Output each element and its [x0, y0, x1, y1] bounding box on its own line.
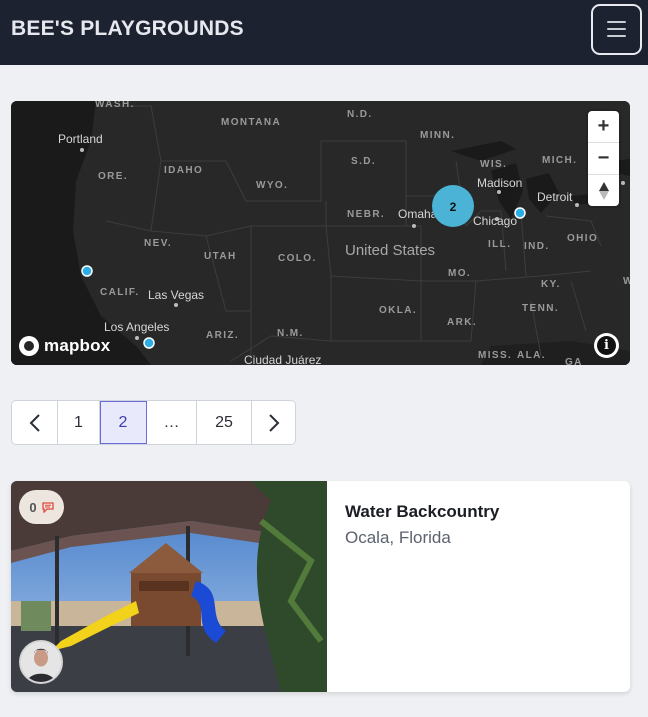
map-label-ill: ILL.	[488, 239, 511, 250]
map-label-tenn: TENN.	[522, 303, 559, 314]
map-label-mo: MO.	[448, 268, 471, 279]
page-25-button[interactable]: 25	[197, 401, 252, 444]
map-label-wash: WASH.	[95, 101, 135, 110]
map-label-ark: ARK.	[447, 317, 477, 328]
info-icon: i	[597, 336, 616, 355]
map-label-montana: MONTANA	[221, 117, 281, 128]
prev-page-button[interactable]	[12, 401, 58, 444]
map-label-wis: WIS.	[480, 159, 507, 170]
pagination: 1 2 … 25	[11, 400, 296, 445]
map-label-nm: N.M.	[277, 328, 304, 339]
chevron-left-icon	[29, 413, 40, 432]
zoom-out-button[interactable]: −	[588, 143, 619, 174]
map-label-nev: NEV.	[144, 238, 172, 249]
chevron-right-icon	[268, 413, 279, 432]
map-city-chicago: Chicago	[473, 214, 517, 228]
map-label-ky: KY.	[541, 279, 561, 290]
map-label-colo: COLO.	[278, 253, 317, 264]
playground-marker[interactable]	[514, 207, 526, 219]
map-label-calif: CALIF.	[100, 287, 140, 298]
map-label-miss: MISS.	[478, 350, 512, 361]
map-city-omaha: Omaha	[398, 207, 438, 221]
map-label-sd: S.D.	[351, 156, 376, 167]
map-label-idaho: IDAHO	[164, 165, 203, 176]
zoom-in-button[interactable]: +	[588, 111, 619, 142]
attribution-info-button[interactable]: i	[594, 333, 619, 358]
comment-icon	[41, 501, 54, 513]
map-canvas[interactable]: WASH. MONTANA N.D. MINN. ORE. IDAHO WYO.…	[11, 101, 630, 365]
comment-count: 0	[29, 499, 37, 515]
map-city-los-angeles: Los Angeles	[104, 320, 169, 334]
map-city-las-vegas: Las Vegas	[148, 288, 204, 302]
map-label-w: W	[623, 276, 630, 287]
compass-icon	[598, 181, 609, 200]
map-label-ind: IND.	[524, 241, 550, 252]
map-city-ciudad-juarez: Ciudad Juárez	[244, 353, 321, 365]
map-label-country: United States	[345, 242, 435, 259]
menu-toggle-button[interactable]	[591, 4, 642, 55]
map-label-minn: MINN.	[420, 130, 455, 141]
mapbox-wordmark: mapbox	[44, 336, 111, 355]
playground-map[interactable]: WASH. MONTANA N.D. MINN. ORE. IDAHO WYO.…	[11, 101, 630, 365]
playground-photo[interactable]: 0	[11, 481, 327, 692]
page-1-button[interactable]: 1	[58, 401, 100, 444]
navbar: BEE'S PLAYGROUNDS	[0, 0, 648, 65]
map-zoom-controls: + −	[588, 111, 619, 206]
map-label-nd: N.D.	[347, 109, 373, 120]
page-ellipsis: …	[147, 401, 197, 444]
page-2-button[interactable]: 2	[100, 401, 147, 444]
map-label-ariz: ARIZ.	[206, 330, 239, 341]
map-label-ohio: OHIO	[567, 233, 598, 244]
mapbox-icon	[19, 336, 39, 356]
mapbox-logo[interactable]: mapbox	[19, 335, 110, 357]
map-label-ga: GA	[565, 357, 583, 365]
playground-marker[interactable]	[143, 337, 155, 349]
playground-cluster[interactable]: 2	[432, 185, 474, 227]
cluster-count: 2	[450, 200, 457, 214]
reset-bearing-button[interactable]	[588, 175, 619, 206]
author-avatar[interactable]	[19, 640, 63, 684]
playground-card[interactable]: 0 Water Backcountry Ocala, Florida	[11, 481, 630, 692]
map-label-nebr: NEBR.	[347, 209, 385, 220]
map-city-detroit: Detroit	[537, 190, 573, 204]
playground-location: Ocala, Florida	[345, 528, 451, 547]
map-city-madison: Madison	[477, 176, 522, 190]
map-label-ala: ALA.	[517, 350, 546, 361]
avatar-image	[21, 642, 61, 682]
next-page-button[interactable]	[252, 401, 295, 444]
map-label-mich: MICH.	[542, 155, 577, 166]
comment-badge[interactable]: 0	[19, 490, 64, 524]
playground-marker[interactable]	[81, 265, 93, 277]
map-label-utah: UTAH	[204, 251, 237, 262]
map-label-okla: OKLA.	[379, 305, 417, 316]
playground-title[interactable]: Water Backcountry	[345, 502, 499, 522]
map-city-portland: Portland	[58, 132, 103, 146]
map-label-wyo: WYO.	[256, 180, 288, 191]
map-label-ore: ORE.	[98, 171, 128, 182]
card-body: Water Backcountry Ocala, Florida	[327, 481, 630, 692]
brand-title[interactable]: BEE'S PLAYGROUNDS	[11, 17, 244, 41]
